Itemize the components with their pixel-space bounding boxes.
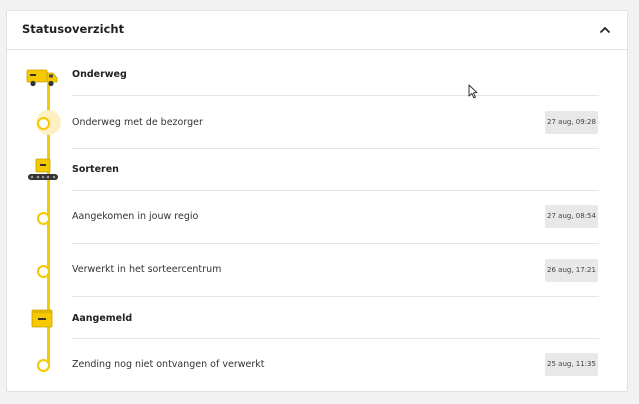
status-group-label: Aangemeld bbox=[72, 313, 133, 324]
status-timestamp: 26 aug, 17:21 bbox=[545, 259, 598, 282]
status-timestamp: 27 aug, 09:28 bbox=[545, 111, 598, 134]
package-icon bbox=[31, 309, 53, 328]
status-group-label: Onderweg bbox=[72, 69, 127, 80]
status-event-row: Onderweg met de bezorger 27 aug, 09:28 bbox=[7, 96, 627, 149]
status-event-row: Aangekomen in jouw regio 27 aug, 08:54 bbox=[7, 191, 627, 244]
mouse-cursor-icon bbox=[468, 84, 478, 99]
status-timestamp: 27 aug, 08:54 bbox=[545, 205, 598, 228]
status-event-row: Zending nog niet ontvangen of verwerkt 2… bbox=[7, 339, 627, 389]
status-event-row: Verwerkt in het sorteercentrum 26 aug, 1… bbox=[7, 244, 627, 297]
panel-header[interactable]: Statusoverzicht bbox=[7, 11, 627, 50]
status-event-label: Aangekomen in jouw regio bbox=[72, 211, 199, 222]
status-group-label: Sorteren bbox=[72, 164, 119, 175]
chevron-up-icon[interactable] bbox=[599, 25, 611, 35]
status-event-label: Onderweg met de bezorger bbox=[72, 117, 203, 128]
panel-title: Statusoverzicht bbox=[22, 22, 125, 36]
status-dot bbox=[37, 265, 50, 278]
status-event-label: Zending nog niet ontvangen of verwerkt bbox=[72, 359, 265, 370]
status-group-sorteren: Sorteren bbox=[7, 149, 627, 191]
status-dot bbox=[37, 212, 50, 225]
delivery-van-icon bbox=[26, 69, 58, 87]
status-overview-panel: Statusoverzicht Onderweg Onderweg met de… bbox=[6, 10, 628, 392]
status-dot bbox=[37, 117, 50, 130]
conveyor-package-icon bbox=[28, 158, 58, 180]
status-timestamp: 25 aug, 11:35 bbox=[545, 353, 598, 376]
status-group-aangemeld: Aangemeld bbox=[7, 297, 627, 339]
status-event-label: Verwerkt in het sorteercentrum bbox=[72, 264, 222, 275]
status-dot bbox=[37, 359, 50, 372]
